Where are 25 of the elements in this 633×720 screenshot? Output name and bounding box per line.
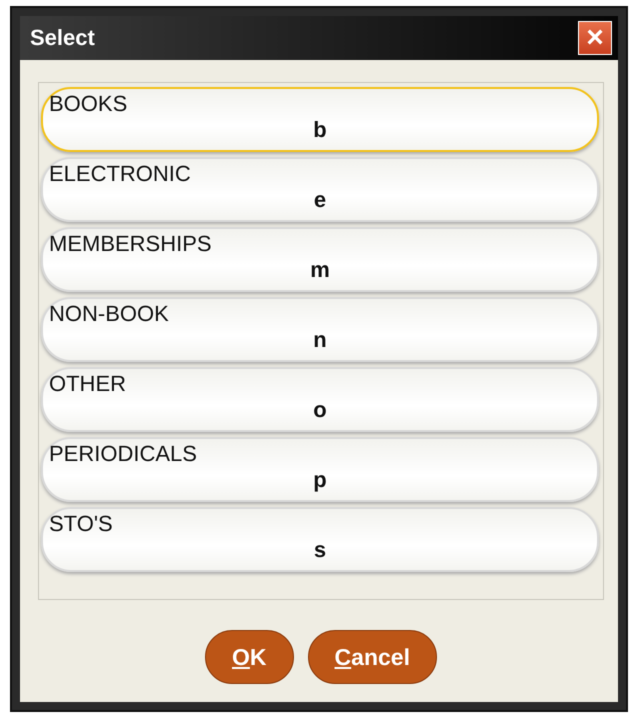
close-button[interactable]: × bbox=[578, 21, 612, 55]
window-title: Select bbox=[30, 25, 95, 51]
list-item[interactable]: BOOKS b bbox=[41, 87, 599, 152]
item-label: PERIODICALS bbox=[49, 441, 198, 467]
item-label: STO'S bbox=[49, 511, 114, 537]
list-item[interactable]: MEMBERSHIPS m bbox=[41, 227, 599, 292]
item-code: b bbox=[313, 117, 327, 143]
item-code: o bbox=[313, 397, 327, 423]
list-item[interactable]: NON-BOOK n bbox=[41, 297, 599, 362]
item-code: e bbox=[314, 187, 326, 213]
item-label: NON-BOOK bbox=[49, 301, 170, 327]
item-label: OTHER bbox=[49, 371, 127, 397]
item-code: n bbox=[313, 327, 327, 353]
item-label: MEMBERSHIPS bbox=[49, 231, 213, 257]
list-item[interactable]: ELECTRONIC e bbox=[41, 157, 599, 222]
list-item[interactable]: PERIODICALS p bbox=[41, 437, 599, 502]
item-code: m bbox=[310, 257, 330, 283]
dialog-button[interactable]: Cancel bbox=[308, 630, 437, 684]
list-item[interactable]: OTHER o bbox=[41, 367, 599, 432]
item-code: p bbox=[313, 467, 327, 493]
dialog-button[interactable]: OK bbox=[205, 630, 294, 684]
item-code: s bbox=[314, 537, 326, 563]
item-label: BOOKS bbox=[49, 91, 128, 117]
item-label: ELECTRONIC bbox=[49, 161, 192, 187]
list-item[interactable]: STO'S s bbox=[41, 507, 599, 572]
